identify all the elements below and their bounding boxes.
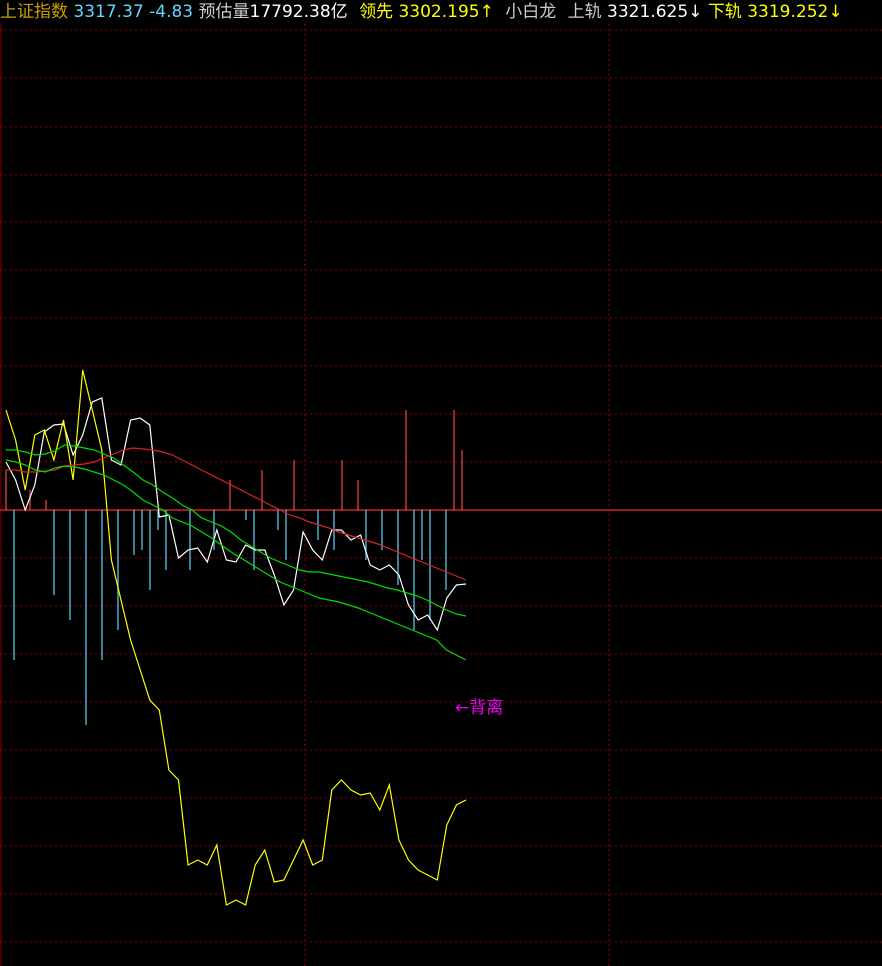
divergence-annotation: ←背离 <box>455 698 503 718</box>
chart-grid <box>0 24 882 966</box>
series-line-white <box>5 397 467 632</box>
histogram-bars <box>5 410 463 725</box>
series-line-green_upper <box>6 444 467 617</box>
series-lines <box>5 369 467 906</box>
series-line-red_mid <box>6 447 467 581</box>
indicator-chart: ←背离 <box>0 24 882 966</box>
series-line-green_lower <box>5 459 467 661</box>
